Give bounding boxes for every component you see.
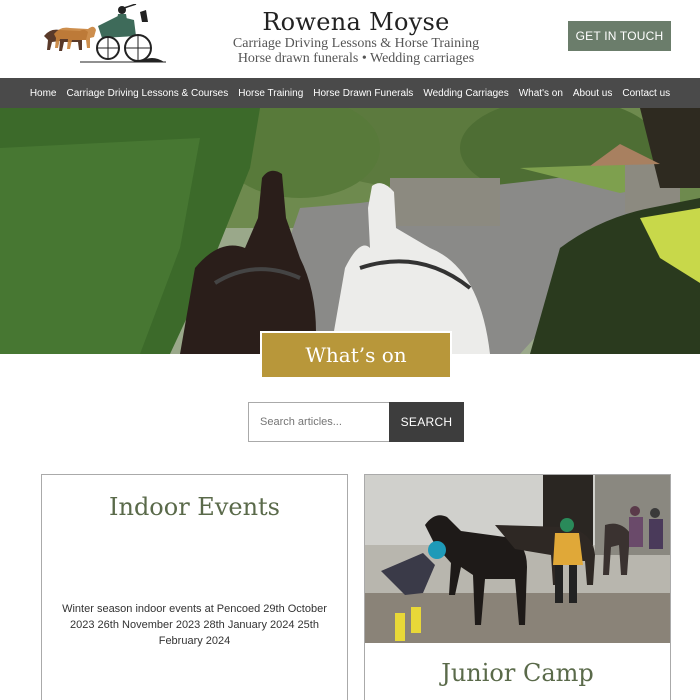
search-button[interactable]: SEARCH: [389, 402, 464, 442]
site-tagline-2: Horse drawn funerals • Wedding carriages: [237, 51, 475, 66]
carriage-logo-icon: [44, 3, 166, 63]
event-card-junior-camp[interactable]: Junior Camp: [364, 474, 671, 700]
nav-item-contact[interactable]: Contact us: [617, 88, 675, 99]
page-title: What’s on: [260, 331, 452, 379]
site-tagline-1: Carriage Driving Lessons & Horse Trainin…: [232, 36, 480, 51]
card-title[interactable]: Indoor Events: [42, 493, 347, 521]
nav-item-whats-on[interactable]: What's on: [514, 88, 568, 99]
nav-item-horse-training[interactable]: Horse Training: [233, 88, 308, 99]
nav-item-weddings[interactable]: Wedding Carriages: [418, 88, 513, 99]
search-input[interactable]: [248, 402, 390, 442]
site-header: Rowena Moyse Carriage Driving Lessons & …: [0, 0, 700, 78]
nav-item-about[interactable]: About us: [568, 88, 617, 99]
nav-item-funerals[interactable]: Horse Drawn Funerals: [308, 88, 418, 99]
get-in-touch-button[interactable]: GET IN TOUCH: [568, 21, 671, 51]
nav-item-carriage-driving[interactable]: Carriage Driving Lessons & Courses: [62, 88, 234, 99]
nav-item-home[interactable]: Home: [25, 88, 62, 99]
site-title[interactable]: Rowena Moyse: [200, 8, 512, 36]
hero-image: [0, 108, 700, 354]
junior-camp-image: [365, 475, 670, 643]
main-nav: Home Carriage Driving Lessons & Courses …: [0, 78, 700, 108]
card-title[interactable]: Junior Camp: [365, 659, 670, 687]
logo[interactable]: [40, 3, 170, 70]
card-text: Winter season indoor events at Pencoed 2…: [62, 603, 327, 647]
brand: Rowena Moyse Carriage Driving Lessons & …: [200, 8, 512, 66]
event-card-indoor[interactable]: Indoor Events Winter season indoor event…: [41, 474, 348, 700]
